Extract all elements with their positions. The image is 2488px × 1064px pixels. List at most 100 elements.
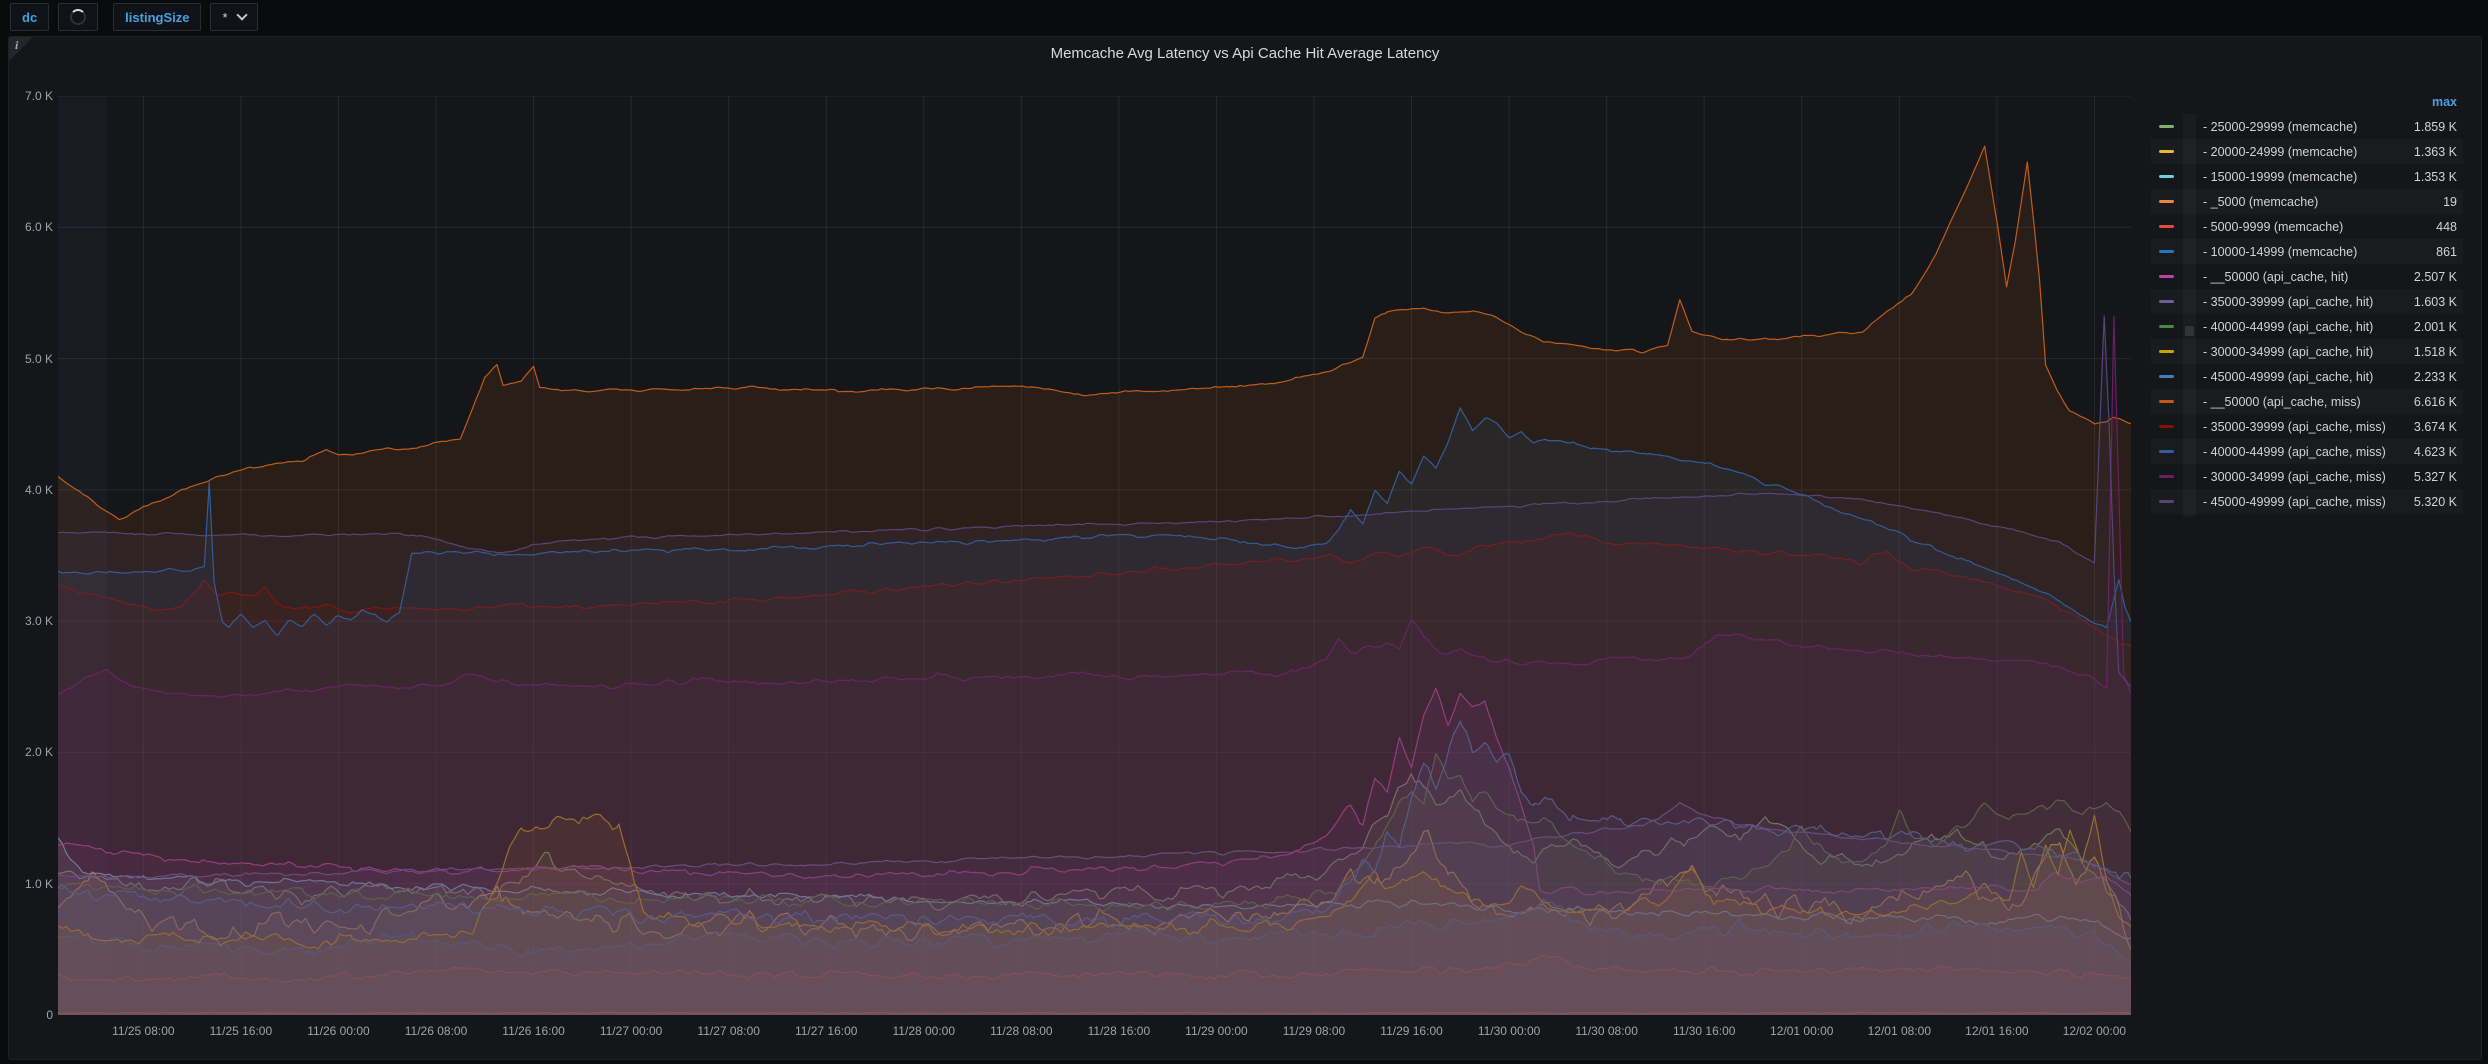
legend-series-label[interactable]: - __50000 (api_cache, hit)	[2203, 270, 2406, 284]
legend-series-max-value: 1.859 K	[2414, 120, 2457, 134]
legend-series-label[interactable]: - 30000-34999 (api_cache, miss)	[2203, 470, 2406, 484]
x-axis-tick-label: 12/01 08:00	[1868, 1024, 1931, 1038]
legend-row[interactable]: - 30000-34999 (api_cache, miss) 5.327 K	[2151, 464, 2463, 489]
legend-series-label[interactable]: - 40000-44999 (api_cache, hit)	[2203, 320, 2406, 334]
legend-row[interactable]: - 20000-24999 (memcache) 1.363 K	[2151, 139, 2463, 164]
y-axis-tick-label: 6.0 K	[9, 221, 53, 233]
legend-series-label[interactable]: - 45000-49999 (api_cache, miss)	[2203, 495, 2406, 509]
dashboard-toolbar: dc listingSize *	[0, 0, 2488, 34]
legend-series-label[interactable]: - 40000-44999 (api_cache, miss)	[2203, 445, 2406, 459]
panel-title[interactable]: Memcache Avg Latency vs Api Cache Hit Av…	[9, 45, 2481, 62]
legend-row[interactable]: - 30000-34999 (api_cache, hit) 1.518 K	[2151, 339, 2463, 364]
legend-row[interactable]: - _5000 (memcache) 19	[2151, 189, 2463, 214]
legend-row[interactable]: - 35000-39999 (api_cache, hit) 1.603 K	[2151, 289, 2463, 314]
legend-series-color-dash	[2159, 400, 2174, 403]
x-axis-tick-label: 11/30 16:00	[1673, 1024, 1736, 1038]
y-axis-tick-label: 7.0 K	[9, 90, 53, 102]
variable-label-dc[interactable]: dc	[10, 3, 49, 31]
legend-series-color-dash	[2159, 350, 2174, 353]
legend-row[interactable]: - 25000-29999 (memcache) 1.859 K	[2151, 114, 2463, 139]
legend-series-label[interactable]: - 25000-29999 (memcache)	[2203, 120, 2406, 134]
chart-plot-area[interactable]	[58, 96, 2131, 1015]
legend-row[interactable]: - __50000 (api_cache, hit) 2.507 K	[2151, 264, 2463, 289]
graph-panel: i Memcache Avg Latency vs Api Cache Hit …	[8, 36, 2482, 1060]
y-axis-tick-label: 5.0 K	[9, 353, 53, 365]
x-axis-tick-label: 11/27 00:00	[600, 1024, 663, 1038]
legend-row[interactable]: - 40000-44999 (api_cache, miss) 4.623 K	[2151, 439, 2463, 464]
x-axis-tick-label: 11/27 08:00	[697, 1024, 760, 1038]
variable-dc-value-dropdown[interactable]	[58, 3, 98, 31]
legend-series-label[interactable]: - 20000-24999 (memcache)	[2203, 145, 2406, 159]
x-axis-tick-label: 12/01 16:00	[1965, 1024, 2028, 1038]
legend-series-label[interactable]: - 45000-49999 (api_cache, hit)	[2203, 370, 2406, 384]
legend-series-max-value: 2.507 K	[2414, 270, 2457, 284]
variable-label-listingsize[interactable]: listingSize	[113, 3, 201, 31]
legend-series-max-value: 5.320 K	[2414, 495, 2457, 509]
legend-series-max-value: 4.623 K	[2414, 445, 2457, 459]
legend-row[interactable]: - 10000-14999 (memcache)861	[2151, 239, 2463, 264]
legend-series-label[interactable]: - 30000-34999 (api_cache, hit)	[2203, 345, 2406, 359]
legend-row[interactable]: - 35000-39999 (api_cache, miss) 3.674 K	[2151, 414, 2463, 439]
legend-series-color-dash	[2159, 150, 2174, 153]
legend-scrollbar-thumb[interactable]	[2185, 326, 2194, 336]
y-axis-tick-label: 1.0 K	[9, 878, 53, 890]
legend-series-label[interactable]: - __50000 (api_cache, miss)	[2203, 395, 2406, 409]
legend-series-label[interactable]: - 35000-39999 (api_cache, hit)	[2203, 295, 2406, 309]
x-axis-tick-label: 11/29 08:00	[1283, 1024, 1346, 1038]
legend-series-max-value: 3.674 K	[2414, 420, 2457, 434]
legend-series-label[interactable]: - 10000-14999 (memcache)	[2203, 245, 2428, 259]
legend-series-label[interactable]: - 35000-39999 (api_cache, miss)	[2203, 420, 2406, 434]
x-axis-tick-label: 11/26 16:00	[502, 1024, 565, 1038]
legend-series-color-dash	[2159, 375, 2174, 378]
x-axis-tick-label: 11/28 16:00	[1088, 1024, 1151, 1038]
legend-series-max-value: 6.616 K	[2414, 395, 2457, 409]
x-axis-tick-label: 11/25 16:00	[210, 1024, 273, 1038]
x-axis-tick-label: 11/27 16:00	[795, 1024, 858, 1038]
legend-series-color-dash	[2159, 325, 2174, 328]
x-axis-tick-label: 11/26 08:00	[405, 1024, 468, 1038]
y-axis-tick-label: 2.0 K	[9, 746, 53, 758]
x-axis-tick-label: 11/30 08:00	[1575, 1024, 1638, 1038]
x-axis-tick-label: 11/29 16:00	[1380, 1024, 1443, 1038]
legend-series-max-value: 19	[2443, 195, 2457, 209]
x-axis-tick-label: 11/28 08:00	[990, 1024, 1053, 1038]
variable-listingsize-label-text: listingSize	[125, 10, 189, 25]
legend-row[interactable]: - __50000 (api_cache, miss) 6.616 K	[2151, 389, 2463, 414]
x-axis-tick-label: 12/01 00:00	[1770, 1024, 1833, 1038]
x-axis-tick-label: 11/25 08:00	[112, 1024, 175, 1038]
variable-listingsize-value: *	[222, 10, 227, 25]
legend-row[interactable]: - 40000-44999 (api_cache, hit) 2.001 K	[2151, 314, 2463, 339]
variable-dc-label-text: dc	[22, 10, 37, 25]
legend-series-label[interactable]: - 15000-19999 (memcache)	[2203, 170, 2406, 184]
legend-rows: - 25000-29999 (memcache) 1.859 K - 20000-2…	[2151, 114, 2463, 514]
legend-series-max-value: 2.001 K	[2414, 320, 2457, 334]
legend-max-column-header[interactable]: max	[2151, 91, 2463, 114]
legend-series-label[interactable]: - 5000-9999 (memcache)	[2203, 220, 2428, 234]
legend: max - 25000-29999 (memcache) 1.859 K - 200…	[2151, 91, 2463, 514]
legend-series-max-value: 1.603 K	[2414, 295, 2457, 309]
x-axis-tick-label: 11/29 00:00	[1185, 1024, 1248, 1038]
legend-row[interactable]: - 45000-49999 (api_cache, miss) 5.320 K	[2151, 489, 2463, 514]
legend-series-color-dash	[2159, 225, 2174, 228]
legend-series-color-dash	[2159, 425, 2174, 428]
legend-row[interactable]: - 15000-19999 (memcache)1.353 K	[2151, 164, 2463, 189]
legend-row[interactable]: - 45000-49999 (api_cache, hit)2.233 K	[2151, 364, 2463, 389]
x-axis-tick-label: 11/26 00:00	[307, 1024, 370, 1038]
variable-listingsize-value-dropdown[interactable]: *	[210, 3, 257, 31]
legend-series-color-dash	[2159, 175, 2174, 178]
legend-series-label[interactable]: - _5000 (memcache)	[2203, 195, 2435, 209]
x-axis-tick-label: 12/02 00:00	[2063, 1024, 2126, 1038]
y-axis-tick-label: 4.0 K	[9, 484, 53, 496]
legend-series-color-dash	[2159, 250, 2174, 253]
y-axis-tick-label: 3.0 K	[9, 615, 53, 627]
legend-series-max-value: 1.363 K	[2414, 145, 2457, 159]
y-axis-tick-label: 0	[9, 1009, 53, 1021]
legend-series-color-dash	[2159, 500, 2174, 503]
legend-series-color-dash	[2159, 125, 2174, 128]
legend-row[interactable]: - 5000-9999 (memcache)448	[2151, 214, 2463, 239]
legend-series-color-dash	[2159, 450, 2174, 453]
legend-scrollbar-track[interactable]	[2183, 114, 2196, 517]
legend-series-max-value: 1.518 K	[2414, 345, 2457, 359]
legend-series-max-value: 5.327 K	[2414, 470, 2457, 484]
chevron-down-icon	[236, 9, 247, 20]
